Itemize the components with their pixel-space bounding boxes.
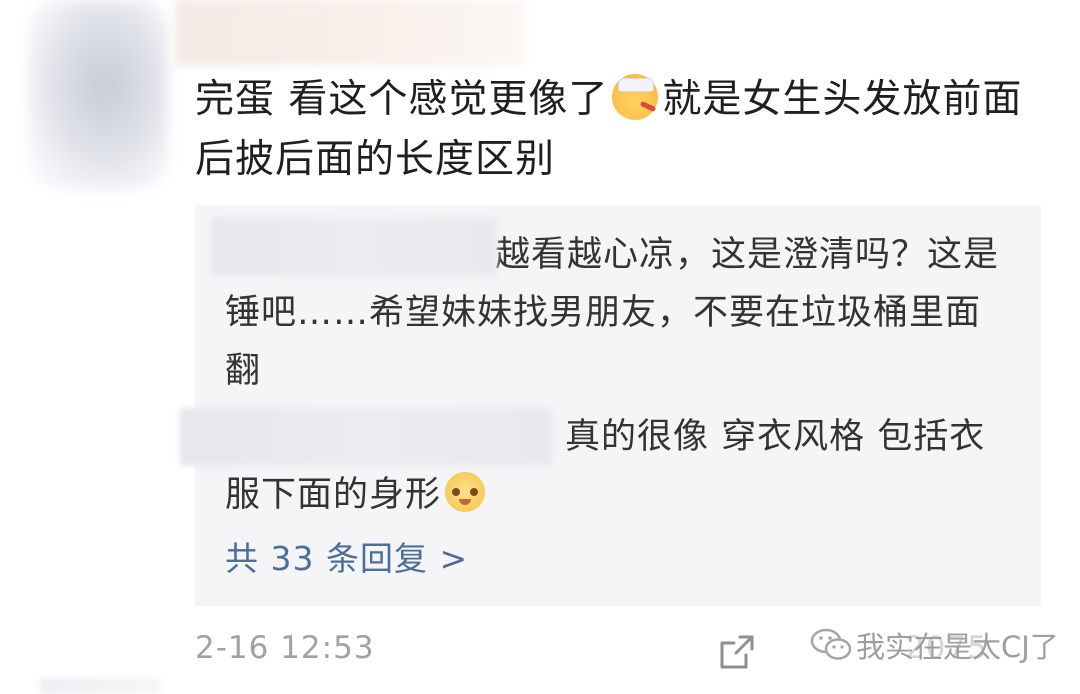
- watermark: 我实在是太CJ了: [810, 624, 1059, 666]
- reply-username-blurred: [212, 218, 497, 276]
- share-icon[interactable]: [718, 633, 756, 671]
- reply-username-blurred: [180, 408, 552, 466]
- view-all-replies-link[interactable]: 共 33 条回复 >: [225, 534, 468, 584]
- sick-face-emoji-icon: [612, 74, 659, 120]
- avatar[interactable]: [28, 0, 168, 190]
- username-blurred: [175, 0, 525, 66]
- wechat-icon: [810, 628, 852, 660]
- shy-face-emoji-icon: [445, 472, 486, 512]
- comment-body: 完蛋 看这个感觉更像了 就是女生头发放前面后披后面的长度区别: [195, 70, 1045, 190]
- comment-text-part-1: 完蛋 看这个感觉更像了: [195, 77, 609, 122]
- next-comment-blurred: [40, 678, 160, 694]
- watermark-text: 我实在是太CJ了: [856, 630, 1059, 664]
- comment-timestamp: 2-16 12:53: [195, 630, 375, 666]
